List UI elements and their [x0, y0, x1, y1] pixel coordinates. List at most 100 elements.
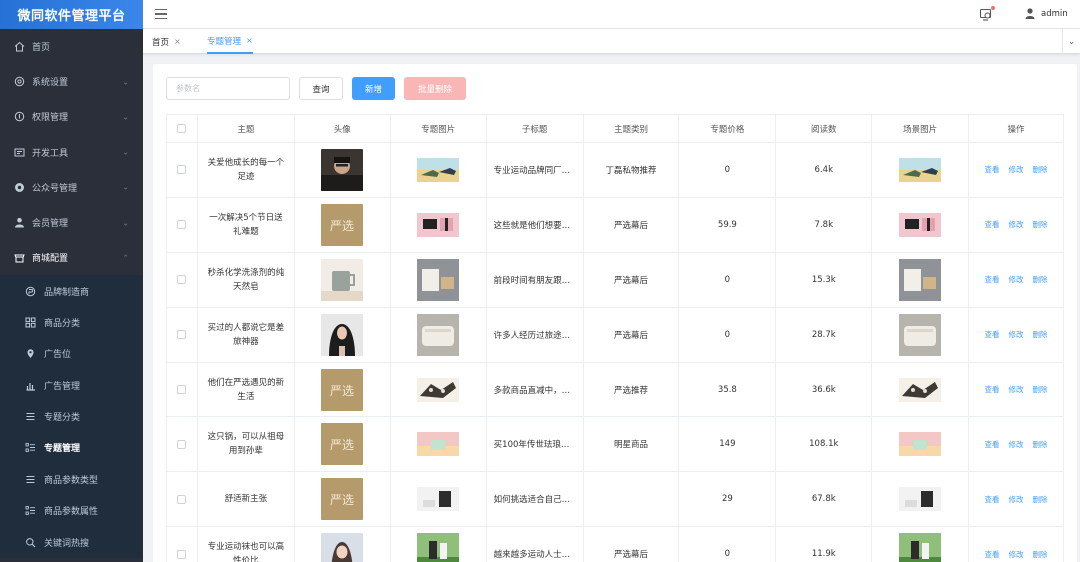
row-checkbox[interactable]: [177, 330, 187, 340]
sidebar-subitem[interactable]: 专题分类: [0, 401, 143, 432]
scene-image: [899, 157, 942, 182]
param-name-input[interactable]: [166, 77, 290, 100]
edit-link[interactable]: 修改: [1009, 329, 1024, 340]
sidebar-item-shop-config[interactable]: 商城配置 ⌃: [0, 240, 143, 275]
view-link[interactable]: 查看: [985, 384, 1000, 395]
delete-link[interactable]: 删除: [1033, 494, 1048, 505]
topic-image: [417, 487, 460, 512]
edit-link[interactable]: 修改: [1009, 384, 1024, 395]
tab-topic-management[interactable]: 专题管理 ×: [207, 29, 253, 54]
sidebar-item-label: 系统设置: [32, 78, 69, 89]
delete-link[interactable]: 删除: [1033, 549, 1048, 560]
avatar-cell: [295, 307, 391, 362]
sidebar-subitem[interactable]: 关键词热搜: [0, 526, 143, 557]
edit-link[interactable]: 修改: [1009, 219, 1024, 230]
row-checkbox[interactable]: [177, 385, 187, 394]
sidebar-subitem[interactable]: 广告管理: [0, 369, 143, 400]
column-header: 场景图片: [872, 115, 970, 142]
view-link[interactable]: 查看: [985, 274, 1000, 285]
sidebar-item[interactable]: 会员管理 ⌄: [0, 205, 143, 240]
view-link[interactable]: 查看: [985, 439, 1000, 450]
category-cell: 严选推荐: [584, 362, 680, 417]
sidebar-item[interactable]: 首页: [0, 29, 143, 64]
edit-link[interactable]: 修改: [1009, 494, 1024, 505]
scene-image: [899, 313, 942, 356]
subtitle-cell: 许多人经历过旅途…: [487, 307, 584, 362]
app-title: 微同软件管理平台: [0, 0, 143, 29]
view-link[interactable]: 查看: [985, 494, 1000, 505]
user-menu[interactable]: admin: [1025, 8, 1068, 19]
tab-label: 专题管理: [207, 36, 242, 47]
permission-icon: [13, 111, 25, 123]
sidebar-subitem[interactable]: 专题管理: [0, 432, 143, 463]
edit-link[interactable]: 修改: [1009, 549, 1024, 560]
topic-image: [417, 533, 460, 562]
column-header: 专题价格: [679, 115, 777, 142]
avatar: 严选: [321, 423, 364, 466]
view-link[interactable]: 查看: [985, 329, 1000, 340]
edit-link[interactable]: 修改: [1009, 164, 1024, 175]
edit-link[interactable]: 修改: [1009, 439, 1024, 450]
table-row: 秒杀化学洗涤剂的纯天然皂 前段时间有朋友跟… 严选幕后 0 15.3k 查看 修改 删除: [167, 252, 1064, 308]
sidebar-subitem[interactable]: 商品参数属性: [0, 495, 143, 526]
row-checkbox[interactable]: [177, 439, 187, 449]
row-checkbox[interactable]: [177, 275, 187, 285]
tab-home[interactable]: 首页 ×: [152, 29, 181, 54]
select-all-checkbox[interactable]: [177, 124, 187, 133]
add-button[interactable]: 新增: [352, 77, 395, 100]
column-header: 主题类别: [584, 115, 680, 142]
sidebar-subitem[interactable]: 品牌制造商: [0, 275, 143, 306]
delete-link[interactable]: 删除: [1033, 329, 1048, 340]
avatar: 严选: [321, 478, 364, 521]
view-link[interactable]: 查看: [985, 219, 1000, 230]
row-checkbox[interactable]: [177, 165, 187, 175]
scene-image-cell: [872, 252, 970, 307]
delete-link[interactable]: 删除: [1033, 274, 1048, 285]
delete-link[interactable]: 删除: [1033, 164, 1048, 175]
scene-image: [899, 487, 942, 512]
sidebar-subitem[interactable]: 商品参数类型: [0, 464, 143, 495]
view-link[interactable]: 查看: [985, 549, 1000, 560]
subtitle-cell: 前段时间有朋友跟…: [487, 252, 584, 307]
close-icon[interactable]: ×: [246, 36, 253, 45]
sidebar-item[interactable]: 系统设置 ⌄: [0, 64, 143, 99]
sidebar-subitem[interactable]: 商品分类: [0, 307, 143, 338]
search-icon: [25, 537, 36, 548]
sidebar-item-label: 公众号管理: [32, 183, 78, 194]
list-detail-icon: [25, 442, 36, 453]
chevron-down-icon[interactable]: ⌄: [1062, 29, 1080, 54]
user-icon: [1025, 8, 1035, 19]
view-link[interactable]: 查看: [985, 164, 1000, 175]
row-checkbox[interactable]: [177, 549, 187, 559]
row-checkbox[interactable]: [177, 220, 187, 230]
price-cell: 149: [679, 417, 777, 472]
query-button[interactable]: 查询: [299, 77, 343, 100]
avatar: [321, 148, 364, 191]
notification-icon[interactable]: [979, 6, 995, 21]
column-header: 主题: [198, 115, 295, 142]
tabs-bar: 首页 × 专题管理 × ⌄: [143, 29, 1080, 54]
scene-image-cell: [872, 472, 970, 527]
delete-link[interactable]: 删除: [1033, 439, 1048, 450]
delete-link[interactable]: 删除: [1033, 384, 1048, 395]
close-icon[interactable]: ×: [174, 37, 181, 46]
batch-delete-button[interactable]: 批量删除: [404, 77, 466, 100]
scene-image-cell: [872, 527, 970, 562]
sidebar-item[interactable]: 权限管理 ⌄: [0, 99, 143, 134]
sidebar-subitem-label: 商品参数类型: [44, 475, 99, 486]
tab-label: 首页: [152, 37, 170, 48]
image-cell: [391, 197, 487, 252]
edit-link[interactable]: 修改: [1009, 274, 1024, 285]
table-row: 他们在严选遇见的新生活 严选 多款商品直减中，… 严选推荐 35.8 36.6k 查看 修改删…: [167, 362, 1064, 418]
top-header: admin: [143, 0, 1080, 29]
delete-link[interactable]: 删除: [1033, 219, 1048, 230]
price-cell: 0: [679, 252, 777, 307]
sidebar-subitem[interactable]: 广告位: [0, 338, 143, 369]
sidebar-item[interactable]: 公众号管理 ⌄: [0, 170, 143, 205]
sidebar-subitem-label: 关键词热搜: [44, 538, 90, 549]
topic-image: [417, 313, 460, 356]
category-grid-icon: [25, 317, 36, 328]
hamburger-icon[interactable]: [155, 8, 167, 20]
sidebar-item[interactable]: 开发工具 ⌄: [0, 135, 143, 170]
row-checkbox[interactable]: [177, 494, 187, 504]
